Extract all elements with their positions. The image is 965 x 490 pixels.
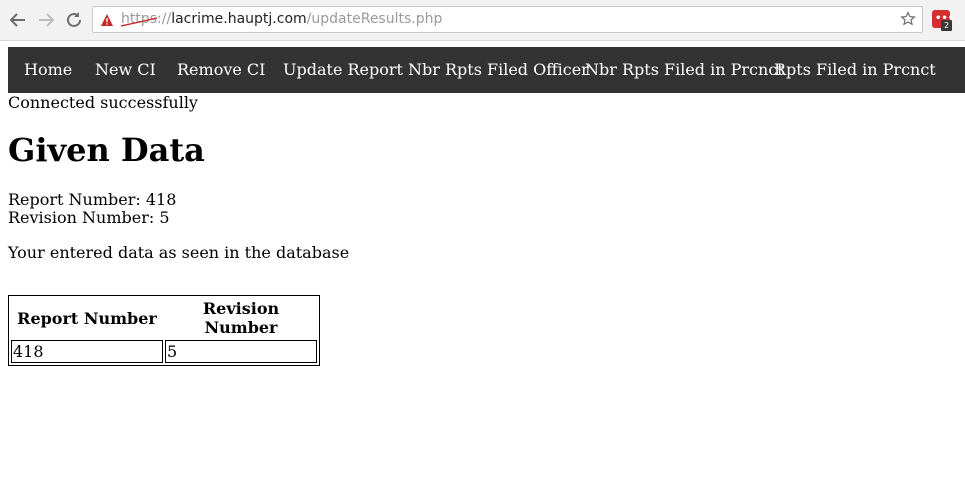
not-secure-warning-icon[interactable] bbox=[100, 12, 114, 31]
site-nav: Home New CI Remove CI Update Report Nbr … bbox=[8, 47, 965, 93]
page-title: Given Data bbox=[8, 131, 205, 169]
cell-report-number: 418 bbox=[11, 340, 163, 363]
cell-revision-number: 5 bbox=[165, 340, 317, 363]
column-header-report-number: Report Number bbox=[17, 308, 157, 328]
nav-remove-ci[interactable]: Remove CI bbox=[177, 47, 265, 93]
nav-update-report[interactable]: Update Report bbox=[283, 47, 403, 93]
url-path: /updateResults.php bbox=[306, 11, 443, 27]
column-header-revision-number: Revision Number bbox=[202, 299, 280, 337]
nav-rpts-officer[interactable]: Nbr Rpts Filed Officer bbox=[408, 47, 589, 93]
results-table: Report Number Revision Number 418 5 bbox=[8, 295, 320, 366]
url-scheme: https bbox=[121, 11, 158, 27]
reload-icon[interactable] bbox=[62, 8, 86, 32]
nav-rpts-prcnct-count[interactable]: Nbr Rpts Filed in Prcnct bbox=[585, 47, 784, 93]
connection-status: Connected successfully bbox=[8, 93, 198, 112]
given-data: Report Number: 418 Revision Number: 5 bbox=[8, 191, 176, 227]
extension-icon[interactable]: ••• 2 bbox=[932, 10, 954, 32]
extension-badge: 2 bbox=[941, 20, 952, 31]
url-text: https://lacrime.hauptj.com/updateResults… bbox=[121, 11, 442, 27]
back-arrow-icon[interactable] bbox=[6, 8, 30, 32]
url-host: lacrime.hauptj.com bbox=[171, 11, 307, 27]
table-header-row: Report Number Revision Number bbox=[11, 298, 317, 338]
bookmark-star-icon[interactable] bbox=[900, 11, 916, 31]
forward-arrow-icon[interactable] bbox=[34, 8, 58, 32]
given-revision-number: Revision Number: 5 bbox=[8, 208, 170, 227]
nav-rpts-prcnct[interactable]: Rpts Filed in Prcnct bbox=[774, 47, 936, 93]
table-row: 418 5 bbox=[11, 340, 317, 363]
address-bar[interactable]: https://lacrime.hauptj.com/updateResults… bbox=[92, 6, 923, 33]
entered-data-caption: Your entered data as seen in the databas… bbox=[8, 243, 350, 262]
given-report-number: Report Number: 418 bbox=[8, 190, 177, 209]
nav-home[interactable]: Home bbox=[24, 47, 72, 93]
url-separator: :// bbox=[157, 11, 172, 27]
nav-new-ci[interactable]: New CI bbox=[95, 47, 156, 93]
browser-toolbar: https://lacrime.hauptj.com/updateResults… bbox=[0, 0, 965, 41]
